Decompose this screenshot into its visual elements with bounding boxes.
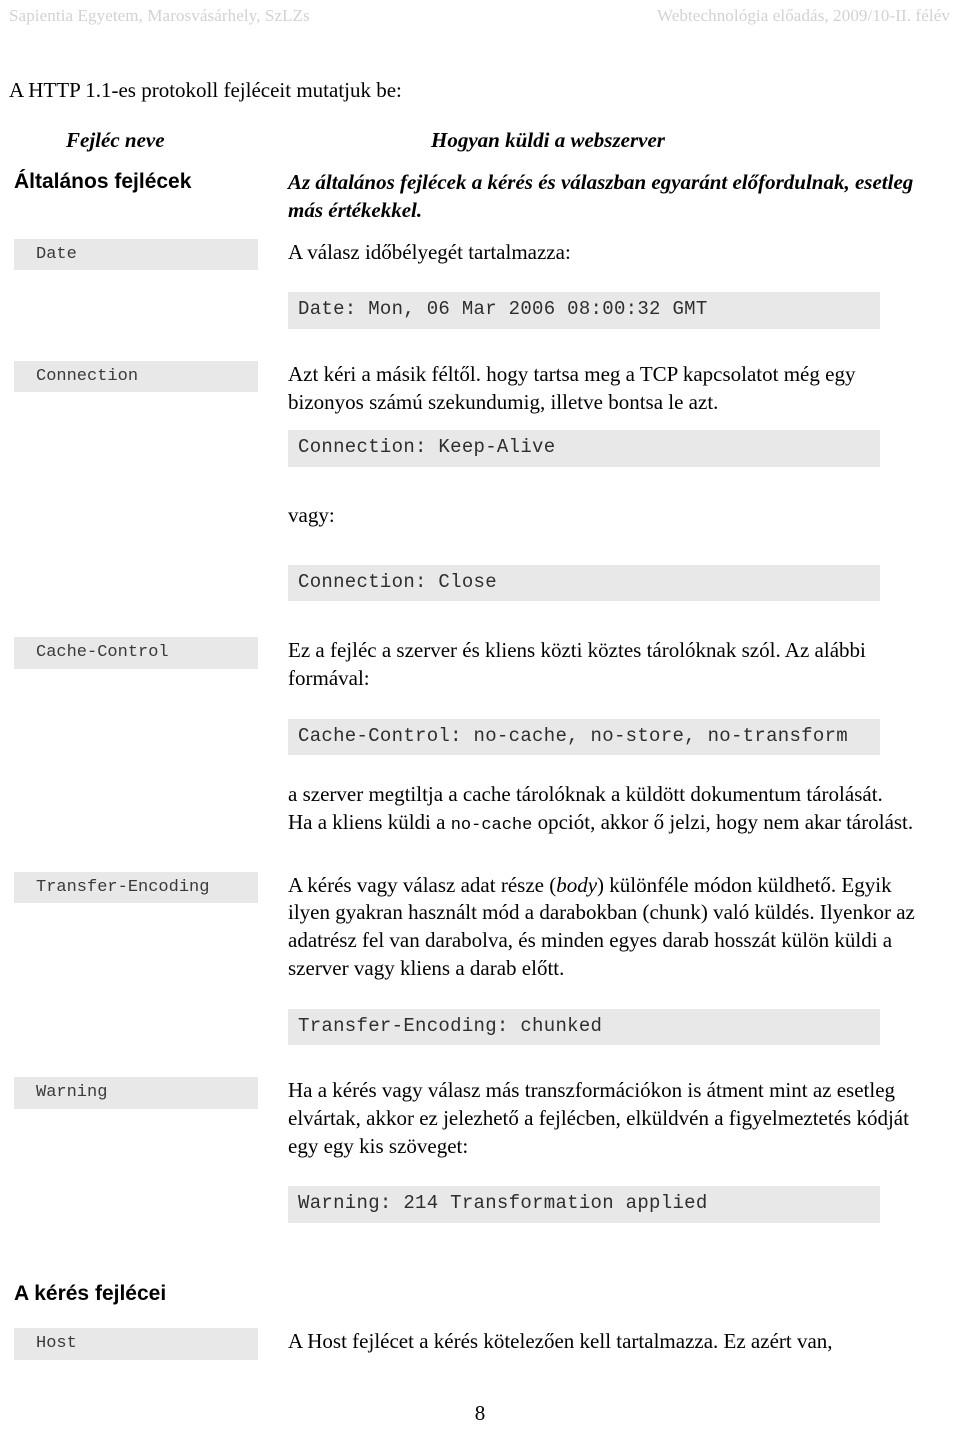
section-general-headers-description: Az általános fejlécek a kérés és válaszb… [288, 170, 914, 222]
running-header: Sapientia Egyetem, Marosvásárhely, SzLZs… [0, 0, 960, 34]
table-row-date-right: A válasz időbélyegét tartalmazza: Date: … [288, 239, 960, 330]
running-header-left: Sapientia Egyetem, Marosvásárhely, SzLZs [9, 6, 310, 25]
table-row-warning-left: Warning [0, 1077, 288, 1109]
page-intro-line: A HTTP 1.1-es protokoll fejléceit mutatj… [9, 78, 402, 102]
table-row-host: Host A Host fejlécet a kérés kötelezően … [0, 1328, 960, 1360]
transfer-encoding-body-emphasis: body [556, 872, 598, 897]
header-chip-transfer-encoding: Transfer-Encoding [14, 871, 258, 903]
table-row-transfer-encoding-right: A kérés vagy válasz adat része (body) kü… [288, 872, 960, 1046]
cache-control-description: Ez a fejléc a szerver és kliens közti kö… [288, 638, 866, 690]
transfer-encoding-desc-lead: A kérés vagy válasz adat része ( [288, 872, 557, 897]
running-header-right: Webtechnológia előadás, 2009/10-II. félé… [656, 6, 950, 25]
date-description: A válasz időbélyegét tartalmazza: [288, 239, 571, 264]
code-example-cache-control: Cache-Control: no-cache, no-store, no-tr… [288, 718, 880, 756]
column-heading-right-cell: Hogyan küldi a webszerver [288, 128, 960, 153]
header-chip-connection: Connection [14, 361, 258, 393]
table-column-headings: Fejléc neve Hogyan küldi a webszerver [0, 128, 960, 153]
section-title-request-headers: A kérés fejlécei [14, 1282, 167, 1306]
table-row-date-left: Date [0, 238, 288, 270]
column-heading-how-sent: Hogyan küldi a webszerver [431, 128, 665, 153]
section-request-headers-left: A kérés fejlécei [0, 1281, 288, 1306]
table-row-connection-left: Connection [0, 361, 288, 393]
page-number: 8 [474, 1401, 486, 1425]
table-row-cache-control-left: Cache-Control [0, 637, 288, 669]
connection-or-label: vagy: [288, 503, 335, 528]
section-request-headers: A kérés fejlécei [0, 1281, 960, 1306]
cache-control-note-lead: Ha a kliens küldi a [288, 810, 451, 835]
column-heading-name: Fejléc neve [66, 128, 165, 153]
transfer-encoding-description: A kérés vagy válasz adat része (body) kü… [288, 872, 920, 983]
section-general-headers-left: Általános fejlécek [0, 169, 288, 194]
table-row-date: Date A válasz időbélyegét tartalmazza: D… [0, 238, 960, 330]
cache-control-note-second: Ha a kliens küldi a no-cache opciót, akk… [288, 809, 920, 837]
code-example-connection-keepalive: Connection: Keep-Alive [288, 430, 880, 468]
code-example-connection-close: Connection: Close [288, 564, 880, 602]
column-heading-left-cell: Fejléc neve [0, 128, 288, 153]
table-row-warning: Warning Ha a kérés vagy válasz más trans… [0, 1077, 960, 1224]
table-row-connection-right: Azt kéri a másik féltől. hogy tartsa meg… [288, 361, 960, 602]
cache-control-note-first: a szerver megtiltja a cache tárolóknak a… [288, 782, 883, 807]
header-chip-cache-control: Cache-Control [14, 637, 258, 669]
section-title-general-headers: Általános fejlécek [14, 170, 192, 194]
table-row-cache-control-right: Ez a fejléc a szerver és kliens közti kö… [288, 637, 960, 837]
table-row-warning-right: Ha a kérés vagy válasz más transzformáci… [288, 1077, 960, 1224]
page-content: A HTTP 1.1-es protokoll fejléceit mutatj… [0, 34, 960, 1360]
header-chip-date: Date [14, 238, 258, 270]
host-description: A Host fejlécet a kérés kötelezően kell … [288, 1329, 833, 1354]
connection-description: Azt kéri a másik féltől. hogy tartsa meg… [288, 362, 856, 414]
cache-control-inline-code: no-cache [450, 816, 533, 836]
header-chip-warning: Warning [14, 1077, 258, 1109]
header-chip-host: Host [14, 1328, 258, 1360]
warning-description: Ha a kérés vagy válasz más transzformáci… [288, 1078, 909, 1158]
code-example-transfer-encoding: Transfer-Encoding: chunked [288, 1008, 880, 1046]
table-row-host-left: Host [0, 1328, 288, 1360]
table-row-cache-control: Cache-Control Ez a fejléc a szerver és k… [0, 637, 960, 837]
section-general-headers: Általános fejlécek Az általános fejlécek… [0, 169, 960, 224]
table-row-connection: Connection Azt kéri a másik féltől. hogy… [0, 361, 960, 602]
code-example-warning: Warning: 214 Transformation applied [288, 1186, 880, 1224]
table-row-transfer-encoding-left: Transfer-Encoding [0, 871, 288, 903]
table-row-transfer-encoding: Transfer-Encoding A kérés vagy válasz ad… [0, 871, 960, 1046]
code-example-date: Date: Mon, 06 Mar 2006 08:00:32 GMT [288, 292, 880, 330]
cache-control-note-tail: opciót, akkor ő jelzi, hogy nem akar tár… [532, 810, 914, 835]
table-row-host-right: A Host fejlécet a kérés kötelezően kell … [288, 1328, 960, 1356]
section-general-headers-right: Az általános fejlécek a kérés és válaszb… [288, 169, 960, 224]
